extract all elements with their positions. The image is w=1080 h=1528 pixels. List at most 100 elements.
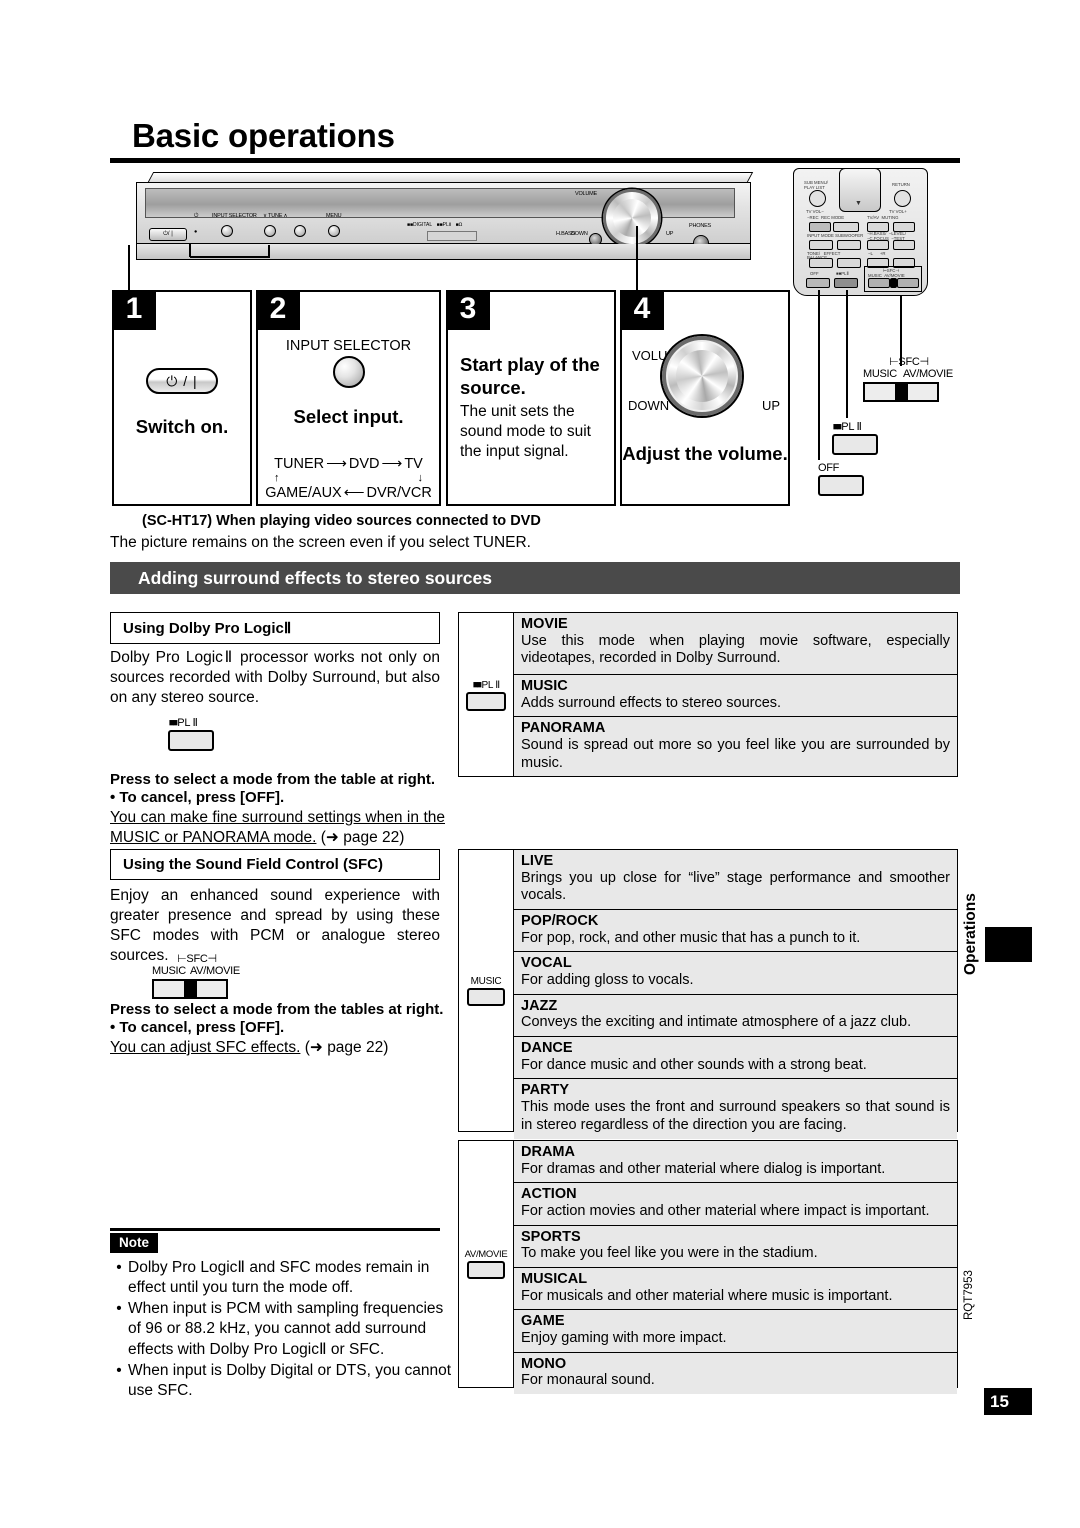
table-pl2-icon-label: ■■PL Ⅱ [473,678,500,691]
mode-name: VOCAL [521,955,572,972]
sfc-figure-avmovie-label: AV/MOVIE [189,965,240,977]
step-4-number: 4 [620,290,664,330]
mode-description: For pop, rock, and other music that has … [521,929,861,946]
remote-sfc-music-button[interactable] [868,278,890,288]
page-title: Basic operations [132,117,395,154]
remote-play-list-button[interactable] [809,190,826,207]
sfc-figure-bracket: ⊢SFC⊣ [177,953,217,965]
remote-bass-focus-label: −H.BASS/ −LEVEL/−C.FOCUS −TEST [867,231,906,241]
note-bullet-3-icon: • [116,1361,122,1379]
step-4-volume-knob[interactable] [662,336,742,416]
remote-off-button[interactable] [806,278,830,288]
prologic-indicator-icon: ■■PLⅡ [436,222,452,228]
dolby-page-ref: (➜ page 22) [320,829,405,847]
section-tab-label: Operations [962,893,979,975]
sfc-switch-music-side[interactable] [865,384,895,400]
sfc-music-label: MUSIC [863,368,897,380]
remote-level-test-button[interactable] [893,240,915,250]
remote-rec-button[interactable] [809,222,831,232]
model-note-heading: (SC-HT17) When playing video sources con… [142,513,541,529]
pl2-callout-label: ■■PL Ⅱ [832,421,862,433]
sfc-adjust-text: You can adjust SFC effects. [110,1039,301,1056]
sfc-figure-mode-labels: MUSIC AV/MOVIE [152,965,240,977]
remote-rec-mode-button[interactable] [833,222,859,232]
table-avmovie-icon-label: AV/MOVIE [464,1249,508,1260]
remote-cfocus-button[interactable] [867,240,889,250]
remote-tvvol-plus-label: TV VOL+ [889,209,907,214]
flow-dvd: DVD [348,456,380,472]
device-standby-led: ● [194,229,198,235]
sfc-switch-callout[interactable] [863,382,939,402]
remote-return-button[interactable] [894,190,911,207]
dolby-fine-note-line1: You can make fine surround settings when… [110,809,445,826]
sfc-switch-figure: ⊢SFC⊣ MUSIC AV/MOVIE [152,952,240,999]
leader-input-up [189,243,191,257]
table-row: MONO For monaural sound. [514,1352,957,1395]
table-row: GAME Enjoy gaming with more impact. [514,1310,957,1353]
step-2-control-label: INPUT SELECTOR [285,338,412,354]
table-prologic2: ■■PL Ⅱ MOVIE Use this mode when playing … [458,612,958,777]
step-1-power-label: ⏻ / | [166,373,198,389]
page-number: 15 [984,1388,1032,1415]
mode-name: SPORTS [521,1228,581,1245]
table-row: DRAMA For dramas and other material wher… [514,1141,957,1184]
note-item-3: • When input is Dolby Digital or DTS, yo… [110,1361,455,1401]
device-tune-up-button[interactable] [294,225,306,237]
sfc-control-music[interactable] [154,981,184,997]
device-volume-knob[interactable] [603,189,661,247]
table-row: POP/ROCK For pop, rock, and other music … [514,910,957,953]
device-input-selector-knob[interactable] [221,225,233,237]
device-power-button[interactable]: ⏻/ | [149,228,187,241]
table-row: JAZZ Conveys the exciting and intimate a… [514,994,957,1038]
sfc-switch-control[interactable] [152,979,228,999]
table-row: LIVE Brings you up close for “live” stag… [514,850,957,911]
table-music-button-icon[interactable] [467,987,505,1006]
table-row: ACTION For action movies and other mater… [514,1183,957,1226]
dolby-pl2-button-figure[interactable] [168,730,214,751]
remote-inputmode-label: INPUT MODE SUBWOOFER [807,233,864,238]
dolby-fine-note: You can make fine surround settings when… [110,808,445,848]
step-3-heading: Start play of the source. [460,354,600,398]
off-button-callout[interactable] [818,475,864,496]
sfc-mode-labels: MUSIC AV/MOVIE [863,368,953,380]
note-badge: Note [110,1233,158,1253]
callout-line-pl2 [846,290,848,418]
pl2-button-callout[interactable] [832,434,878,455]
sfc-cancel-bullet-icon: • [110,1019,120,1036]
off-callout-label: OFF [818,462,840,474]
table-avmovie-button-icon[interactable] [467,1261,505,1279]
mode-name: POP/ROCK [521,913,599,930]
mode-description: For dance music and other sounds with a … [521,1056,867,1073]
mode-description: Conveys the exciting and intimate atmosp… [521,1014,912,1031]
remote-off-label: OFF [810,271,819,276]
remote-input-mode-button[interactable] [809,240,833,250]
mode-name: DANCE [521,1040,573,1057]
step-1-power-button[interactable]: ⏻ / | [146,368,218,394]
device-tune-down-button[interactable] [264,225,276,237]
device-phones-label: PHONES [689,223,712,229]
remote-subwoofer-button[interactable] [837,240,861,250]
step-2-flow-top: TUNER ⟶ DVD ⟶ TV [258,454,439,475]
flow-dvrvcr: DVR/VCR [366,484,432,501]
remote-sfc-avmovie-button[interactable] [897,278,919,288]
mode-description: Brings you up close for “live” stage per… [521,869,950,904]
remote-pl2-button[interactable] [834,278,858,288]
remote-effect-button[interactable] [837,258,861,268]
impedance-indicator-icon: ■Ω [455,222,463,228]
mode-name: PARTY [521,1082,570,1099]
leader-volume [636,226,638,290]
sfc-control-avmovie[interactable] [196,981,226,997]
table-pl2-button-icon[interactable] [466,691,506,711]
dolby-paragraph: Dolby Pro LogicⅡ processor works not onl… [110,649,440,707]
mode-name: MOVIE [521,616,568,632]
mode-description: To make you feel like you were in the st… [521,1245,818,1262]
device-volume-label: VOLUME [575,191,598,197]
step-2-input-selector-knob[interactable] [332,356,365,388]
step-1: 1 ⏻ / | Switch on. [112,290,252,506]
device-menu-button[interactable] [328,225,340,237]
dolby-subheading: Using Dolby Pro LogicⅡ [110,612,440,644]
step-3-body: The unit sets the sound mode to suit the… [460,403,591,461]
sfc-switch-avmovie-side[interactable] [907,384,937,400]
note-text-2: When input is PCM with sampling frequenc… [128,1300,444,1358]
mode-name: MONO [521,1355,567,1372]
